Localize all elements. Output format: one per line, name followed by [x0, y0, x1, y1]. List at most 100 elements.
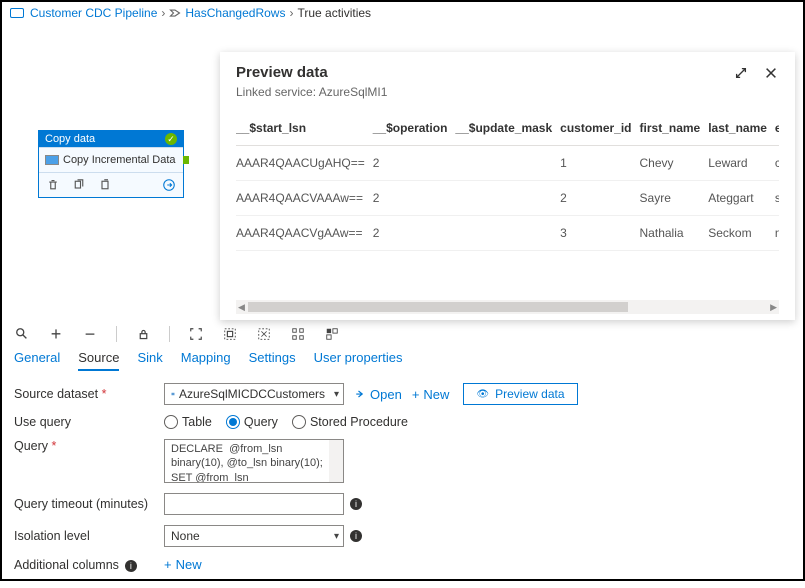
canvas-toolbar: + − [2, 324, 803, 350]
table-cell: Sayre [640, 181, 709, 216]
condition-icon [169, 7, 181, 19]
table-cell: nseckom2@blogger.com [775, 216, 779, 251]
query-textarea[interactable]: DECLARE @from_lsn binary(10), @to_lsn bi… [164, 439, 344, 483]
tab-general[interactable]: General [14, 350, 60, 371]
validate-ok-icon: ✓ [165, 133, 177, 145]
search-icon[interactable] [14, 326, 30, 342]
column-header[interactable]: __$update_mask [455, 115, 560, 146]
radio-table[interactable]: Table [164, 415, 212, 429]
source-form: Source dataset AzureSqlMICDCCustomers Op… [2, 377, 803, 588]
table-cell [455, 181, 560, 216]
preview-title: Preview data [236, 64, 328, 81]
table-cell: AAAR4QAACVAAAw== [236, 181, 373, 216]
additional-columns-label: Additional columnsi [14, 558, 164, 572]
tab-settings[interactable]: Settings [249, 350, 296, 371]
layout-icon[interactable] [290, 326, 306, 342]
isolation-level-label: Isolation level [14, 529, 164, 543]
column-header[interactable]: first_name [640, 115, 709, 146]
clone-icon[interactable] [71, 177, 87, 193]
radio-query[interactable]: Query [226, 415, 278, 429]
expand-icon[interactable] [733, 65, 749, 81]
table-cell: 2 [373, 216, 456, 251]
use-query-label: Use query [14, 415, 164, 429]
scrollbar-thumb[interactable] [248, 302, 628, 312]
zoom-out-icon[interactable]: − [82, 326, 98, 342]
additional-info-icon[interactable]: i [125, 560, 137, 572]
source-dataset-label: Source dataset [14, 387, 164, 401]
breadcrumb-pipeline[interactable]: Customer CDC Pipeline [30, 6, 157, 20]
tab-source[interactable]: Source [78, 350, 119, 371]
preview-data-button[interactable]: 👁Preview data [463, 383, 577, 405]
preview-data-panel: Preview data Linked service: AzureSqlMI1… [220, 52, 795, 320]
breadcrumb-sep-1: › [161, 6, 165, 20]
table-row[interactable]: AAAR4QAACVAAAw==22SayreAteggartsateggart… [236, 181, 779, 216]
radio-dot [226, 415, 240, 429]
radio-dot [164, 415, 178, 429]
column-header[interactable]: email [775, 115, 779, 146]
copy-activity-body: Copy Incremental Data [39, 147, 183, 172]
open-dataset-button[interactable]: Open [354, 387, 402, 402]
tab-sink[interactable]: Sink [137, 350, 162, 371]
query-label: Query [14, 439, 164, 453]
table-cell: Chevy [640, 146, 709, 181]
table-cell: 2 [373, 146, 456, 181]
fullscreen-icon[interactable] [256, 326, 272, 342]
isolation-info-icon[interactable]: i [350, 530, 362, 542]
column-header[interactable]: customer_id [560, 115, 639, 146]
breadcrumb: Customer CDC Pipeline › HasChangedRows ›… [2, 2, 803, 24]
table-cell: Ateggart [708, 181, 775, 216]
table-cell [455, 146, 560, 181]
delete-icon[interactable] [45, 177, 61, 193]
copy-data-icon [45, 155, 59, 165]
tab-user-properties[interactable]: User properties [314, 350, 403, 371]
preview-table: __$start_lsn__$operation__$update_maskcu… [236, 115, 779, 251]
timeout-info-icon[interactable]: i [350, 498, 362, 510]
table-cell: sateggart1@nih.gov [775, 181, 779, 216]
tab-mapping[interactable]: Mapping [181, 350, 231, 371]
lock-icon[interactable] [135, 326, 151, 342]
preview-horizontal-scrollbar[interactable]: ◀ ▶ [236, 300, 779, 314]
radio-label-text: Stored Procedure [310, 415, 408, 429]
breadcrumb-branch: True activities [297, 6, 371, 20]
query-timeout-input[interactable] [164, 493, 344, 515]
linked-service-line: Linked service: AzureSqlMI1 [236, 85, 779, 99]
isolation-level-select[interactable]: None [164, 525, 344, 547]
zoom-in-icon[interactable]: + [48, 326, 64, 342]
align-icon[interactable] [324, 326, 340, 342]
new-dataset-button[interactable]: +New [412, 387, 450, 402]
column-header[interactable]: __$start_lsn [236, 115, 373, 146]
copy-activity-toolbar [39, 172, 183, 197]
add-column-button[interactable]: +New [164, 557, 202, 572]
radio-label-text: Query [244, 415, 278, 429]
table-cell: 3 [560, 216, 639, 251]
table-cell: cleward0@mapy.cz [775, 146, 779, 181]
copy-activity-type: Copy data [45, 133, 95, 145]
source-dataset-select[interactable]: AzureSqlMICDCCustomers [164, 383, 344, 405]
table-cell: 2 [560, 181, 639, 216]
column-header[interactable]: last_name [708, 115, 775, 146]
query-timeout-label: Query timeout (minutes) [14, 497, 164, 511]
radio-dot [292, 415, 306, 429]
radio-label-text: Table [182, 415, 212, 429]
copy-activity-card[interactable]: Copy data ✓ Copy Incremental Data [38, 130, 184, 198]
table-row[interactable]: AAAR4QAACUgAHQ==21ChevyLewardcleward0@ma… [236, 146, 779, 181]
open-icon[interactable] [161, 177, 177, 193]
copy-activity-name: Copy Incremental Data [63, 154, 176, 166]
table-cell: 2 [373, 181, 456, 216]
copy-activity-header: Copy data ✓ [39, 131, 183, 147]
breadcrumb-condition[interactable]: HasChangedRows [185, 6, 285, 20]
table-cell [455, 216, 560, 251]
zoom-fit-icon[interactable] [222, 326, 238, 342]
design-canvas[interactable]: Copy data ✓ Copy Incremental Data Previe… [2, 24, 803, 324]
column-header[interactable]: __$operation [373, 115, 456, 146]
radio-stored-procedure[interactable]: Stored Procedure [292, 415, 408, 429]
output-handle[interactable] [183, 156, 189, 164]
fit-icon[interactable] [188, 326, 204, 342]
copy-icon[interactable] [97, 177, 113, 193]
table-cell: AAAR4QAACUgAHQ== [236, 146, 373, 181]
table-row[interactable]: AAAR4QAACVgAAw==23NathaliaSeckomnseckom2… [236, 216, 779, 251]
breadcrumb-sep-2: › [289, 6, 293, 20]
close-icon[interactable] [763, 65, 779, 81]
table-cell: AAAR4QAACVgAAw== [236, 216, 373, 251]
properties-tabs: General Source Sink Mapping Settings User pro… [2, 350, 803, 377]
